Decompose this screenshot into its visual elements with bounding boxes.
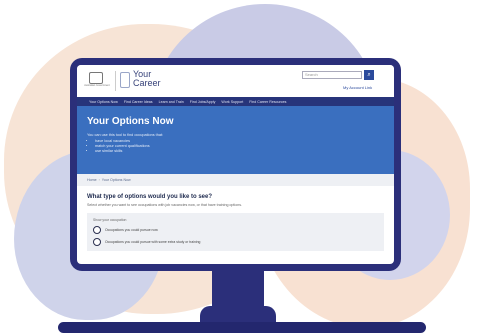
radio-button[interactable] xyxy=(93,226,101,234)
main-content: What type of options would you like to s… xyxy=(77,186,394,259)
nav-item-career-ideas[interactable]: Find Career Ideas xyxy=(124,100,153,104)
crest-shield-icon xyxy=(89,72,103,84)
radio-button[interactable] xyxy=(93,238,101,246)
monitor: Australian Government Your Career Search… xyxy=(70,58,401,271)
hero-bullet: use similar skills xyxy=(95,149,384,154)
nav-item-options-now[interactable]: Your Options Now xyxy=(89,100,118,104)
option-with-study[interactable]: Occupations you could pursue with some e… xyxy=(93,238,378,246)
header-divider xyxy=(115,71,116,91)
monitor-stand xyxy=(212,271,264,311)
question-heading: What type of options would you like to s… xyxy=(87,194,213,200)
account-link[interactable]: My Account Link xyxy=(343,85,372,90)
gov-text: Australian Government xyxy=(84,84,110,87)
nav-item-jobs[interactable]: Find Jobs/Apply xyxy=(190,100,216,104)
nav-item-resources[interactable]: Find Career Resources xyxy=(249,100,286,104)
brand-logo[interactable]: Your Career xyxy=(133,70,161,88)
brand-logo-icon xyxy=(120,72,130,88)
options-panel: Show your occupation Occupations you cou… xyxy=(87,213,384,251)
nav-item-work-support[interactable]: Work Support xyxy=(221,100,243,104)
search-button[interactable]: ⌕ xyxy=(364,70,374,80)
breadcrumb-home[interactable]: Home xyxy=(87,178,97,182)
monitor-screen: Australian Government Your Career Search… xyxy=(77,65,394,264)
monitor-base xyxy=(58,322,426,333)
hero-intro: You can use this tool to find occupation… xyxy=(87,133,164,137)
question-help: Select whether you want to see occupatio… xyxy=(87,203,243,207)
hero-banner: Your Options Now You can use this tool t… xyxy=(77,106,394,174)
nav-item-learn-train[interactable]: Learn and Train xyxy=(159,100,184,104)
breadcrumb-separator: › xyxy=(98,178,100,182)
breadcrumb: Home › Your Options Now xyxy=(77,174,394,186)
site-header: Australian Government Your Career Search… xyxy=(77,65,394,97)
option-label: Occupations you could pursue now xyxy=(105,228,158,232)
page-title: Your Options Now xyxy=(87,116,174,127)
search-icon: ⌕ xyxy=(367,72,371,78)
option-label: Occupations you could pursue with some e… xyxy=(105,240,201,244)
panel-label: Show your occupation xyxy=(93,218,127,222)
government-crest-icon: Australian Government xyxy=(83,70,110,90)
breadcrumb-current: Your Options Now xyxy=(101,178,131,182)
hero-bullet-list: have local vacancies match your current … xyxy=(87,139,384,154)
search-input[interactable]: Search xyxy=(302,71,362,79)
option-now[interactable]: Occupations you could pursue now xyxy=(93,226,378,234)
brand-line-2: Career xyxy=(133,78,161,88)
main-nav: Your Options Now Find Career Ideas Learn… xyxy=(77,97,394,106)
